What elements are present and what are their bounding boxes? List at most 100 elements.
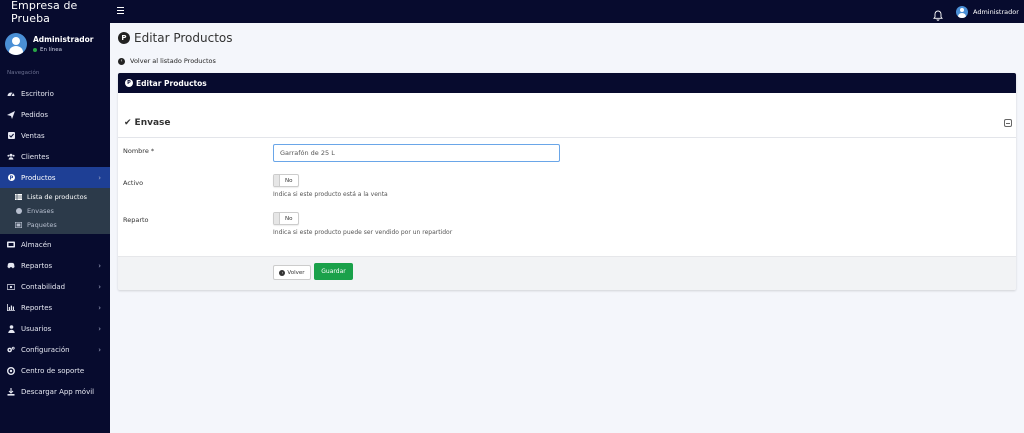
sidebar-item-productos[interactable]: P Productos ›: [0, 167, 110, 188]
sidebar-subitem-lista-productos[interactable]: Lista de productos: [0, 190, 110, 204]
menu-toggle-icon[interactable]: [117, 7, 124, 15]
truck-icon: [7, 262, 15, 270]
sidebar-nav: Escritorio Pedidos Ventas Clientes P Pro…: [0, 83, 110, 402]
card-title: Editar Productos: [136, 78, 207, 88]
delivery-label: Reparto: [123, 216, 149, 224]
circle-icon: [15, 208, 22, 215]
product-icon: P: [125, 79, 133, 87]
topbar: Administrador: [110, 0, 1024, 23]
sidebar-item-label: Descargar App móvil: [21, 387, 95, 396]
delivery-help-text: Indica si este producto puede ser vendid…: [273, 229, 453, 236]
chevron-right-icon: ›: [98, 282, 101, 291]
delivery-toggle[interactable]: No: [273, 212, 299, 225]
active-toggle[interactable]: No: [273, 174, 299, 187]
sidebar-item-escritorio[interactable]: Escritorio: [0, 83, 110, 104]
tachometer-icon: [7, 90, 15, 98]
collapse-icon[interactable]: [1004, 119, 1012, 127]
object-group-icon: [15, 222, 22, 229]
sidebar-item-label: Usuarios: [21, 324, 52, 333]
warehouse-icon: [7, 241, 15, 249]
user-icon: [7, 324, 15, 333]
avatar: [956, 5, 968, 18]
toggle-knob: [274, 175, 280, 186]
check-icon: ✔: [124, 118, 132, 128]
back-button-label: Volver: [287, 269, 305, 276]
active-toggle-value: No: [285, 177, 293, 184]
sidebar-item-label: Centro de soporte: [21, 366, 85, 375]
sidebar-item-label: Almacén: [21, 240, 52, 249]
page-title-text: Editar Productos: [134, 31, 233, 45]
page-title: P Editar Productos: [118, 30, 233, 46]
chevron-right-icon: ›: [98, 324, 101, 333]
user-name: Administrador: [33, 34, 94, 44]
sidebar-item-label: Clientes: [21, 152, 50, 161]
arrow-left-circle-icon: ‹: [279, 269, 286, 276]
back-to-list-link[interactable]: ‹ Volver al listado Productos: [118, 57, 216, 65]
user-menu[interactable]: Administrador: [956, 5, 1019, 18]
sidebar-subitem-envases[interactable]: Envases: [0, 204, 110, 218]
brand-name[interactable]: Empresa de Prueba: [0, 0, 110, 25]
save-button[interactable]: Guardar: [314, 263, 353, 280]
bell-icon[interactable]: [933, 6, 943, 21]
chevron-right-icon: ›: [98, 345, 101, 354]
list-icon: [15, 194, 22, 201]
form-footer: ‹ Volver Guardar: [118, 256, 1016, 290]
sidebar-item-pedidos[interactable]: Pedidos: [0, 104, 110, 125]
sidebar-item-label: Ventas: [21, 131, 45, 140]
active-label: Activo: [123, 179, 144, 187]
sidebar-item-usuarios[interactable]: Usuarios ›: [0, 318, 110, 339]
active-help-text: Indica si este producto está a la venta: [273, 191, 388, 198]
chevron-right-icon: ›: [98, 173, 101, 182]
back-button[interactable]: ‹ Volver: [273, 265, 311, 280]
user-status: En línea: [33, 47, 94, 53]
sidebar-item-repartos[interactable]: Repartos ›: [0, 255, 110, 276]
sidebar-item-label: Contabilidad: [21, 282, 66, 291]
sidebar-item-label: Repartos: [21, 261, 53, 270]
topbar-user-name: Administrador: [973, 7, 1019, 16]
user-status-text: En línea: [40, 46, 63, 53]
sidebar-item-configuracion[interactable]: Configuración ›: [0, 339, 110, 360]
user-panel: Administrador En línea: [0, 27, 110, 60]
sidebar-item-clientes[interactable]: Clientes: [0, 146, 110, 167]
product-icon: P: [7, 174, 15, 182]
sidebar-item-descargar-app[interactable]: Descargar App móvil: [0, 381, 110, 402]
sidebar-item-centro-soporte[interactable]: Centro de soporte: [0, 360, 110, 381]
back-link-text: Volver al listado Productos: [130, 57, 216, 65]
svg-text:P: P: [9, 175, 13, 181]
edit-product-card: P Editar Productos ✔ Envase Nombre * Act…: [118, 73, 1016, 290]
avatar: [5, 32, 27, 55]
section-title: ✔ Envase: [124, 118, 171, 128]
submenu: Lista de productos Envases Paquetes: [0, 188, 110, 234]
sidebar-subitem-label: Envases: [27, 207, 54, 215]
sidebar-submenu-productos: Lista de productos Envases Paquetes: [0, 188, 110, 234]
paper-plane-icon: [7, 110, 15, 119]
sidebar-item-label: Pedidos: [21, 110, 49, 119]
sidebar-item-almacen[interactable]: Almacén: [0, 234, 110, 255]
sidebar-item-contabilidad[interactable]: Contabilidad ›: [0, 276, 110, 297]
toggle-knob: [274, 213, 280, 224]
bar-chart-icon: [7, 304, 15, 312]
sidebar-item-reportes[interactable]: Reportes ›: [0, 297, 110, 318]
name-input[interactable]: [273, 144, 560, 162]
chevron-right-icon: ›: [98, 303, 101, 312]
sidebar-item-label: Reportes: [21, 303, 53, 312]
sidebar-item-label: Configuración: [21, 345, 70, 354]
sidebar: Empresa de Prueba Administrador En línea…: [0, 0, 110, 433]
nav-header: Navegación: [7, 70, 40, 76]
download-icon: [7, 387, 15, 396]
cogs-icon: [7, 346, 15, 354]
sidebar-subitem-paquetes[interactable]: Paquetes: [0, 218, 110, 232]
online-dot-icon: [33, 47, 37, 52]
name-label: Nombre *: [123, 147, 155, 155]
product-icon: P: [118, 32, 130, 44]
life-ring-icon: [7, 366, 15, 375]
check-square-icon: [7, 132, 15, 140]
delivery-toggle-value: No: [285, 215, 293, 222]
user-info: Administrador En línea: [33, 35, 94, 53]
arrow-left-circle-icon: ‹: [118, 57, 125, 65]
sidebar-item-ventas[interactable]: Ventas: [0, 125, 110, 146]
sidebar-subitem-label: Paquetes: [27, 221, 57, 229]
sidebar-subitem-label: Lista de productos: [27, 193, 87, 201]
section-title-text: Envase: [134, 118, 171, 128]
main-content: P Editar Productos ‹ Volver al listado P…: [110, 23, 1024, 433]
